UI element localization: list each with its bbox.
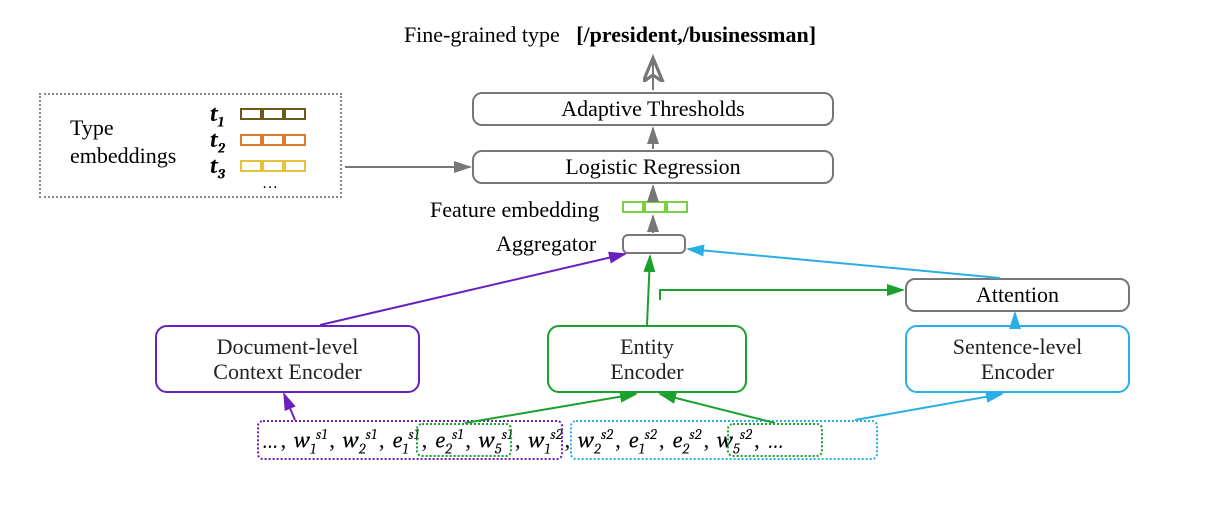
arrow-entity-aggregator [647, 256, 650, 325]
token-group-entity-s1 [416, 423, 512, 457]
feature-embedding-cells [622, 201, 688, 213]
type-row-label-1: t1 [210, 101, 224, 130]
sentence-encoder-l2: Encoder [981, 359, 1054, 384]
arrow-entity-attention [660, 290, 903, 300]
type-row-label-2: t2 [210, 127, 225, 156]
token-group-entity-s2 [727, 423, 823, 457]
arrow-doc-aggregator [320, 254, 625, 325]
arrow-tokens-sentence [855, 394, 1002, 420]
feature-cell [666, 201, 688, 213]
aggregator-label: Aggregator [496, 231, 596, 257]
type-row-label-3: t3 [210, 153, 225, 182]
entity-encoder-l2: Encoder [610, 359, 683, 384]
token-group-doc-s1 [257, 420, 563, 460]
feature-embedding-label: Feature embedding [430, 197, 599, 223]
logistic-regression-label: Logistic Regression [565, 154, 740, 180]
title-label: Fine-grained type [404, 22, 560, 47]
document-encoder-box: Document-level Context Encoder [155, 325, 420, 393]
title-output: [/president,/businessman] [576, 22, 816, 47]
arrow-tokens-doc [284, 394, 295, 420]
arrow-tokens-entity-2 [660, 394, 775, 423]
type-row-cells-1 [240, 108, 306, 120]
adaptive-thresholds-box: Adaptive Thresholds [472, 92, 834, 126]
entity-encoder-box: Entity Encoder [547, 325, 747, 393]
token-group-sentence-s2 [570, 420, 878, 460]
entity-encoder-l1: Entity [620, 334, 674, 359]
type-embeddings-l1: Type [70, 114, 176, 142]
type-embeddings-l2: embeddings [70, 142, 176, 170]
feature-cell [622, 201, 644, 213]
aggregator-box [622, 234, 686, 254]
document-encoder-l2: Context Encoder [213, 359, 361, 384]
type-row-cells-3 [240, 160, 306, 172]
sentence-encoder-box: Sentence-level Encoder [905, 325, 1130, 393]
diagram-title: Fine-grained type [/president,/businessm… [260, 22, 960, 48]
attention-box: Attention [905, 278, 1130, 312]
sentence-encoder-l1: Sentence-level [953, 334, 1083, 359]
adaptive-thresholds-label: Adaptive Thresholds [561, 96, 745, 122]
arrow-attention-aggregator [688, 249, 1000, 278]
feature-cell [644, 201, 666, 213]
arrow-tokens-entity-1 [465, 394, 636, 423]
document-encoder-l1: Document-level [217, 334, 359, 359]
logistic-regression-box: Logistic Regression [472, 150, 834, 184]
attention-label: Attention [976, 282, 1059, 308]
type-embeddings-label: Type embeddings [70, 114, 176, 169]
type-ellipsis: … [262, 175, 278, 193]
type-row-cells-2 [240, 134, 306, 146]
